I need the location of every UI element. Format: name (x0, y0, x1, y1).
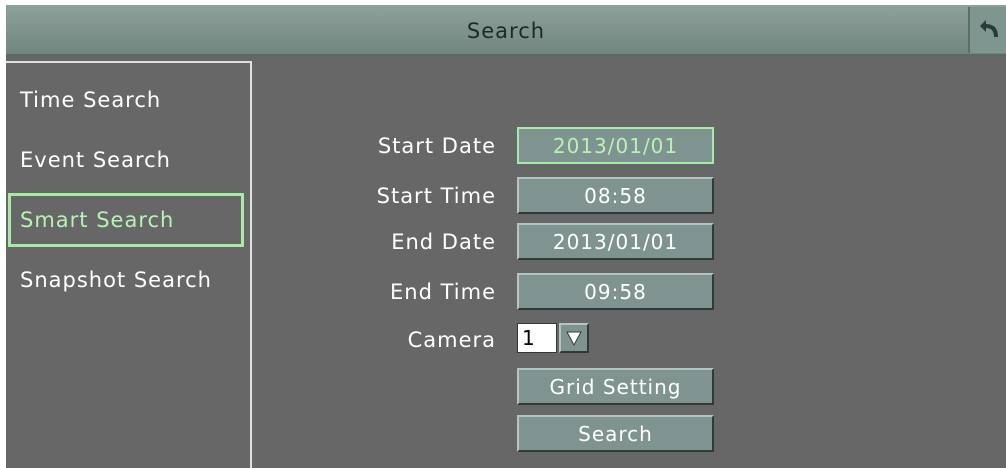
sidebar-item-smart-search[interactable]: Smart Search (8, 193, 244, 247)
start-time-field[interactable]: 08:58 (517, 177, 714, 214)
end-date-label: End Date (391, 230, 496, 254)
page-title: Search (466, 19, 546, 43)
camera-select[interactable]: 1 (517, 323, 557, 353)
start-time-label: Start Time (376, 184, 496, 208)
sidebar-item-snapshot-search[interactable]: Snapshot Search (8, 253, 244, 307)
title-bar: Search (6, 5, 1006, 57)
search-type-menu: Time Search Event Search Smart Search Sn… (6, 61, 252, 468)
start-date-field[interactable]: 2013/01/01 (517, 127, 714, 164)
back-arrow-icon (980, 20, 998, 37)
chevron-down-icon (566, 331, 582, 347)
end-time-field[interactable]: 09:58 (517, 273, 714, 310)
camera-label: Camera (407, 328, 496, 352)
sidebar-item-event-search[interactable]: Event Search (8, 133, 244, 187)
search-button[interactable]: Search (517, 415, 714, 452)
grid-setting-button[interactable]: Grid Setting (517, 368, 714, 405)
sidebar-item-time-search[interactable]: Time Search (8, 73, 244, 127)
end-date-field[interactable]: 2013/01/01 (517, 223, 714, 260)
back-button[interactable] (968, 7, 1006, 53)
end-time-label: End Time (390, 280, 496, 304)
search-window: Search Time Search Event Search Smart Se… (6, 5, 1006, 468)
start-date-label: Start Date (377, 134, 496, 158)
camera-dropdown-button[interactable] (559, 323, 589, 353)
